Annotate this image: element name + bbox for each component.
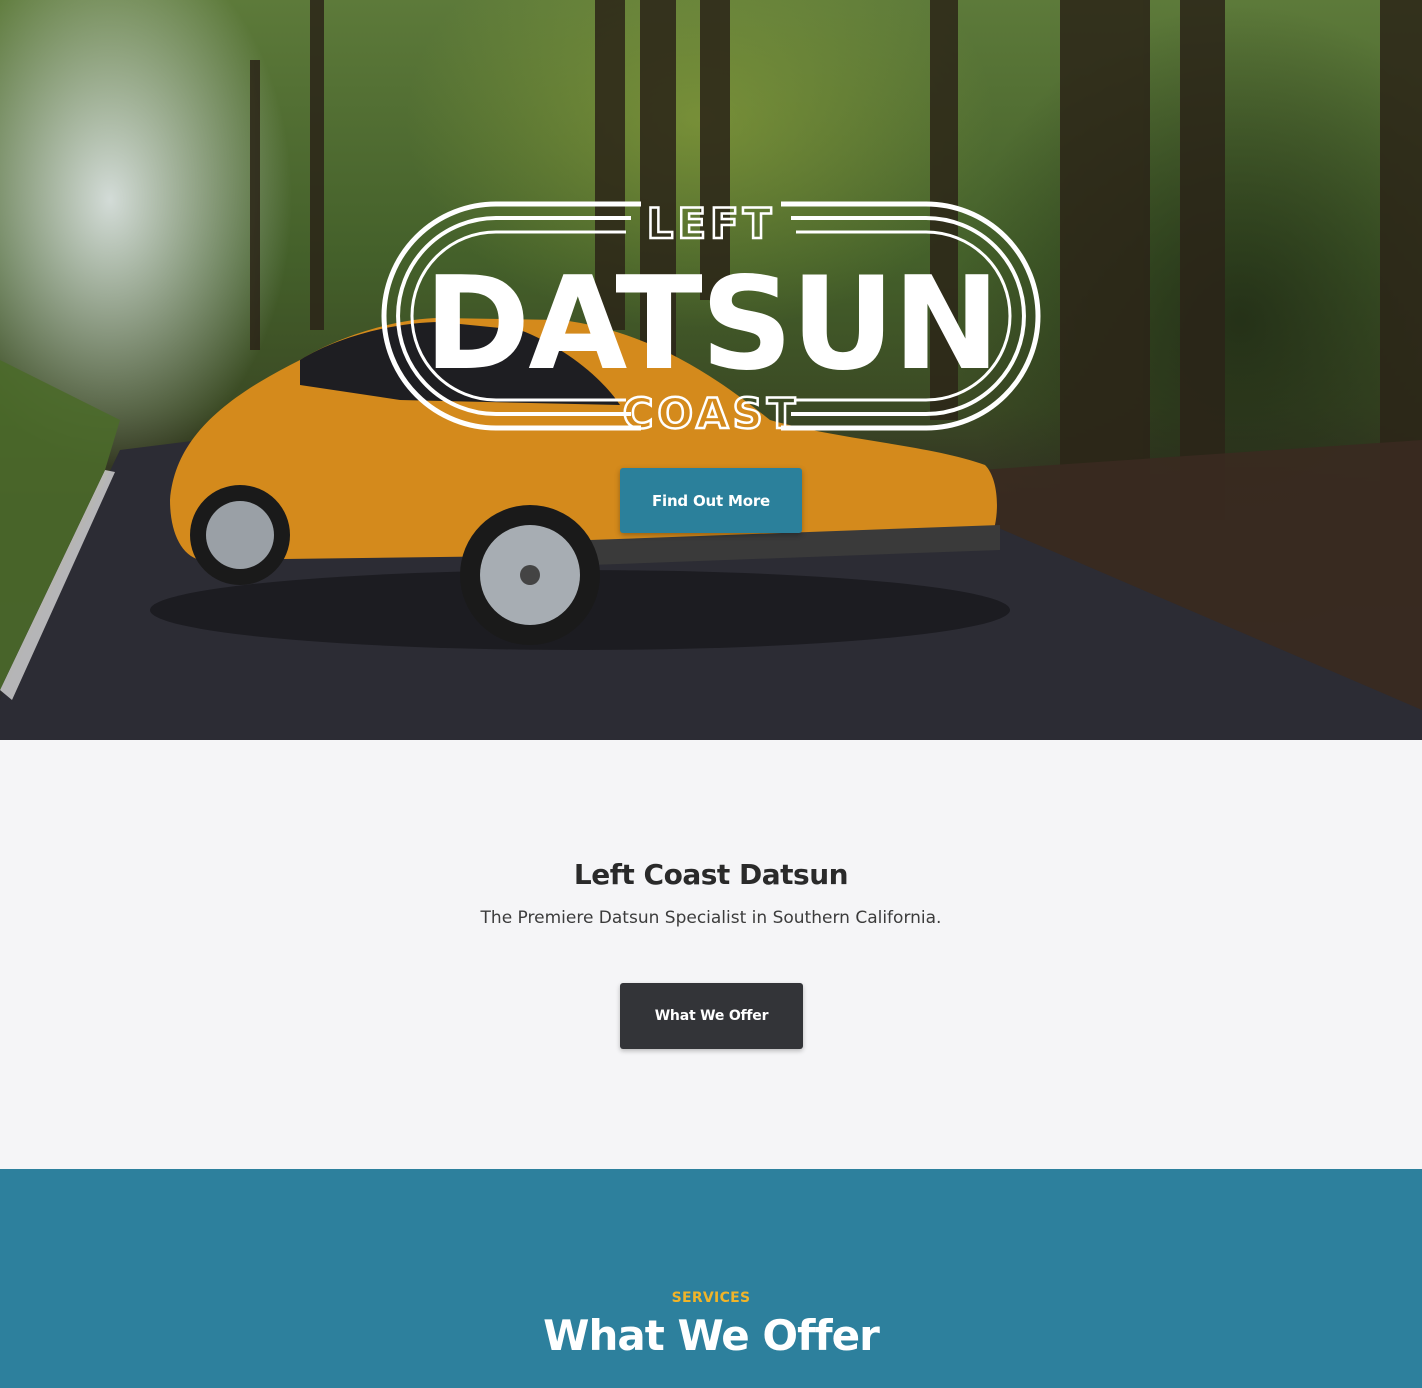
about-title: Left Coast Datsun	[573, 858, 849, 891]
services-title: What We Offer	[543, 1311, 880, 1360]
find-out-more-button[interactable]: Find Out More	[620, 468, 802, 533]
hero-section: LEFT DATSUN COAST Find Out More	[0, 0, 1422, 740]
logo-main-word: DATSUN	[424, 250, 998, 399]
logo-bottom-word: COAST	[623, 389, 800, 436]
about-subtitle: The Premiere Datsun Specialist in Southe…	[480, 908, 942, 928]
about-section: Left Coast Datsun The Premiere Datsun Sp…	[0, 740, 1422, 1169]
logo-top-word: LEFT	[647, 199, 776, 248]
what-we-offer-button[interactable]: What We Offer	[620, 983, 803, 1049]
services-eyebrow: SERVICES	[671, 1290, 751, 1306]
left-datsun-coast-logo: LEFT DATSUN COAST	[381, 198, 1041, 436]
services-section: SERVICES What We Offer	[0, 1169, 1422, 1388]
